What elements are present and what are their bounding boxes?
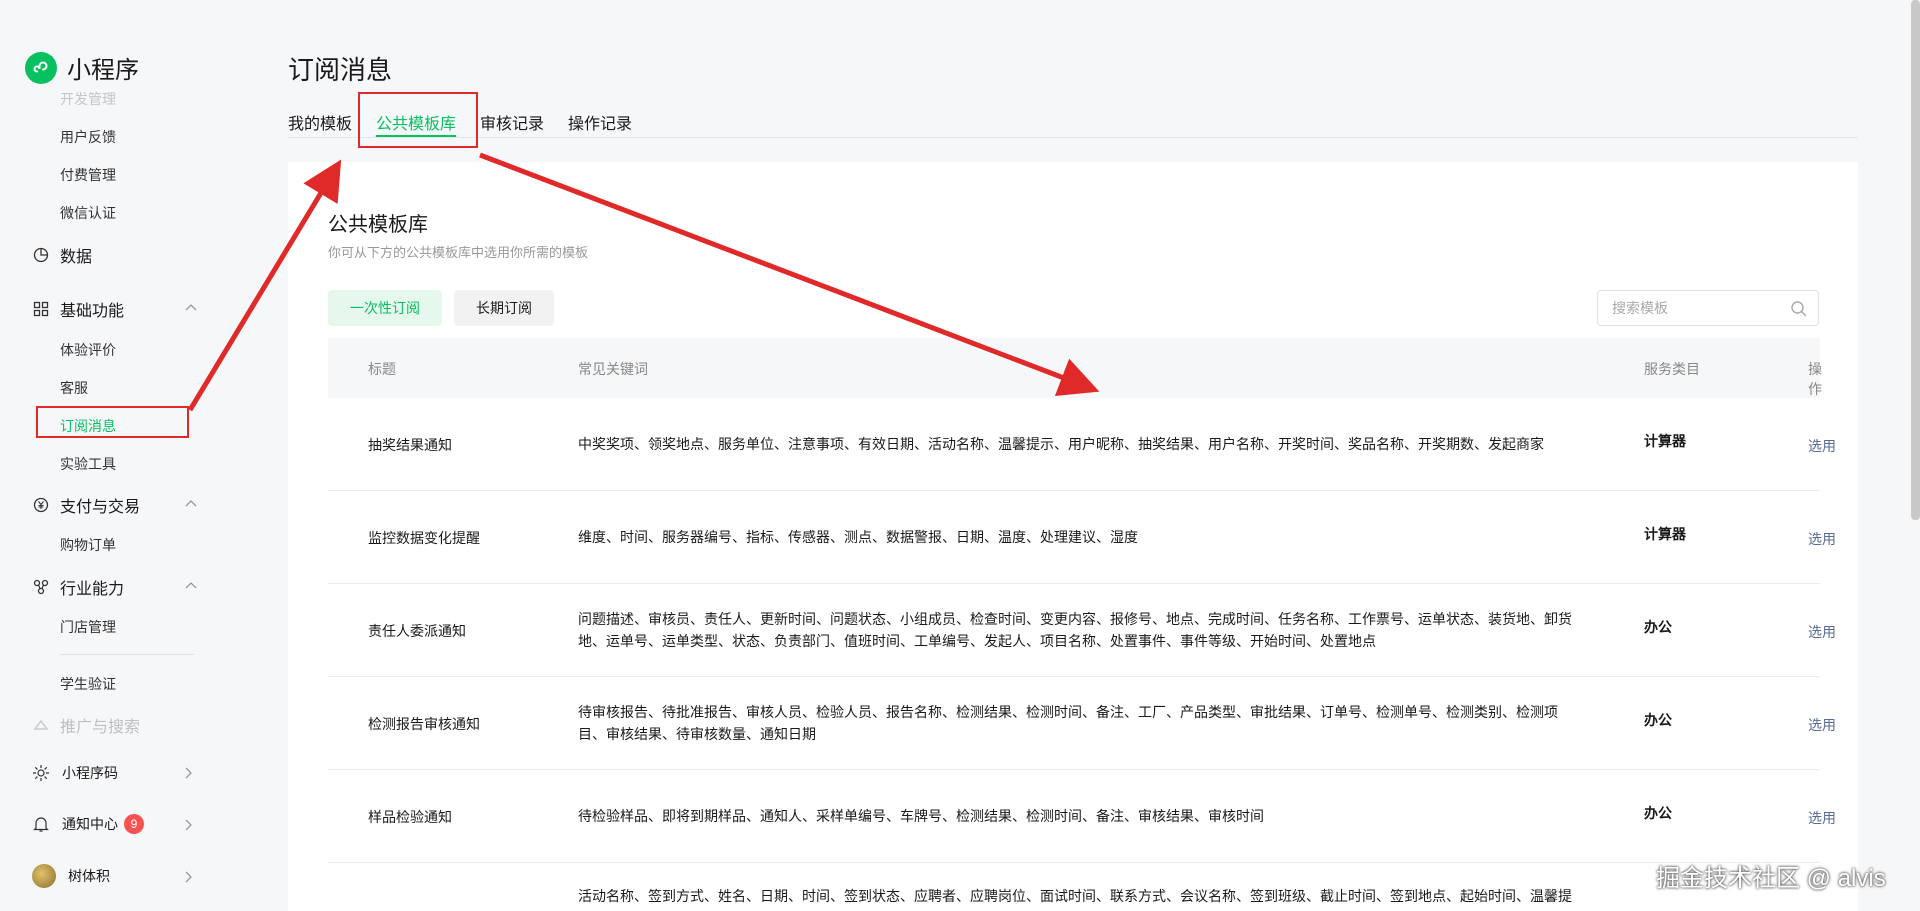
page-title: 订阅消息 — [288, 55, 393, 85]
pie-chart-icon — [32, 246, 50, 264]
library-card: 公共模板库 你可从下方的公共模板库中选用你所需的模板 一次性订阅 长期订阅 标题… — [288, 162, 1858, 911]
sidebar-item-feedback[interactable]: 用户反馈 — [60, 127, 116, 147]
annotation-box-sidebar — [36, 406, 189, 438]
user-name: 树体积 — [68, 868, 110, 884]
industry-nodes-icon — [32, 578, 50, 596]
row-keywords: 问题描述、审核员、责任人、更新时间、问题状态、小组成员、检查时间、变更内容、报修… — [578, 611, 1572, 649]
tab-operation-records[interactable]: 操作记录 — [568, 110, 632, 134]
row-keywords: 维度、时间、服务器编号、指标、传感器、测点、数据警报、日期、温度、处理建议、湿度 — [578, 529, 1138, 545]
miniprogram-logo-icon — [25, 51, 57, 84]
row-keywords: 待检验样品、即将到期样品、通知人、采样单编号、车牌号、检测结果、检测时间、备注、… — [578, 808, 1264, 824]
row-category: 计算器 — [1644, 433, 1686, 449]
chevron-right-icon[interactable] — [181, 766, 195, 780]
tab-bar: 我的模板 公共模板库 审核记录 操作记录 — [288, 108, 1858, 138]
sidebar-item-label: 数据 — [60, 249, 93, 266]
yen-circle-icon — [32, 496, 50, 514]
filter-one-time[interactable]: 一次性订阅 — [328, 290, 442, 326]
sidebar-group-pay[interactable]: 支付与交易 — [32, 493, 140, 517]
column-header-category: 服务类目 — [1644, 361, 1700, 377]
chevron-right-icon[interactable] — [181, 870, 195, 884]
sidebar-group-promo[interactable]: 推广与搜索 — [32, 713, 140, 737]
promo-icon — [32, 716, 50, 734]
select-template-link[interactable]: 选用 — [1808, 715, 1836, 735]
table-row: 活动名称、签到方式、姓名、日期、时间、签到状态、应聘者、应聘岗位、面试时间、联系… — [328, 863, 1820, 911]
sidebar-group-label: 支付与交易 — [60, 499, 141, 516]
section-subtitle: 你可从下方的公共模板库中选用你所需的模板 — [328, 245, 589, 260]
column-header-title: 标题 — [368, 361, 396, 377]
sidebar-item-shopping-orders[interactable]: 购物订单 — [60, 535, 116, 555]
sidebar-item-payment-manage[interactable]: 付费管理 — [60, 165, 116, 185]
tab-review-records[interactable]: 审核记录 — [480, 110, 544, 134]
row-keywords: 活动名称、签到方式、姓名、日期、时间、签到状态、应聘者、应聘岗位、面试时间、联系… — [578, 888, 1572, 904]
sidebar-item-dev-manage[interactable]: 开发管理 — [60, 89, 116, 109]
select-template-link[interactable]: 选用 — [1808, 808, 1836, 828]
row-keywords: 中奖奖项、领奖地点、服务单位、注意事项、有效日期、活动名称、温馨提示、用户昵称、… — [578, 436, 1544, 452]
search-input[interactable] — [1612, 291, 1792, 325]
app-name: 小程序 — [67, 57, 139, 84]
table-row: 监控数据变化提醒 维度、时间、服务器编号、指标、传感器、测点、数据警报、日期、温… — [328, 491, 1836, 584]
row-title: 监控数据变化提醒 — [368, 530, 480, 546]
sidebar-qrcode[interactable]: 小程序码 — [32, 763, 118, 783]
sidebar-notify-center[interactable]: 通知中心 9 — [32, 814, 144, 834]
chevron-up-icon[interactable] — [184, 497, 198, 511]
select-template-link[interactable]: 选用 — [1808, 529, 1836, 549]
table-header: 标题 常见关键词 服务类目 操作 — [328, 338, 1822, 398]
row-title: 抽奖结果通知 — [368, 437, 452, 453]
sun-qrcode-icon — [32, 764, 50, 782]
tab-my-templates[interactable]: 我的模板 — [288, 110, 352, 134]
row-keywords: 待审核报告、待批准报告、审核人员、检验人员、报告名称、检测结果、检测时间、备注、… — [578, 704, 1558, 742]
sidebar-group-label: 行业能力 — [60, 581, 125, 598]
table-row: 检测报告审核通知 待审核报告、待批准报告、审核人员、检验人员、报告名称、检测结果… — [328, 677, 1836, 770]
filter-long-term[interactable]: 长期订阅 — [454, 290, 554, 326]
row-title: 样品检验通知 — [368, 809, 452, 825]
column-header-keywords: 常见关键词 — [578, 361, 648, 377]
sidebar-item-student-verify[interactable]: 学生验证 — [60, 674, 116, 694]
row-category: 办公 — [1644, 619, 1672, 635]
watermark-text: 掘金技术社区 @ alvis — [1656, 865, 1886, 892]
bell-icon — [32, 815, 50, 833]
chevron-right-icon[interactable] — [181, 818, 195, 832]
search-icon[interactable] — [1790, 300, 1808, 318]
row-category: 计算器 — [1644, 526, 1686, 542]
page-scrollbar[interactable] — [1911, 0, 1920, 520]
sidebar-group-basic[interactable]: 基础功能 — [32, 297, 124, 321]
sidebar-notify-label: 通知中心 — [62, 816, 118, 832]
grid-icon — [32, 300, 50, 318]
chevron-up-icon[interactable] — [184, 301, 198, 315]
sidebar-item-customer-service[interactable]: 客服 — [60, 378, 88, 398]
sidebar-divider — [60, 654, 194, 655]
chevron-up-icon[interactable] — [184, 579, 198, 593]
table-row: 责任人委派通知 问题描述、审核员、责任人、更新时间、问题状态、小组成员、检查时间… — [328, 584, 1836, 677]
row-category: 办公 — [1644, 712, 1672, 728]
search-box[interactable] — [1597, 290, 1819, 326]
section-title: 公共模板库 — [328, 214, 428, 236]
sidebar-item-data[interactable]: 数据 — [32, 243, 92, 267]
table-row: 样品检验通知 待检验样品、即将到期样品、通知人、采样单编号、车牌号、检测结果、检… — [328, 770, 1836, 863]
sidebar-item-wechat-auth[interactable]: 微信认证 — [60, 203, 116, 223]
sidebar: 小程序 开发管理 用户反馈 付费管理 微信认证 数据 基础功能 体验评价 客服 … — [0, 0, 226, 911]
row-title: 检测报告审核通知 — [368, 716, 480, 732]
row-title: 责任人委派通知 — [368, 623, 466, 639]
sidebar-item-store-manage[interactable]: 门店管理 — [60, 617, 116, 637]
table-row: 抽奖结果通知 中奖奖项、领奖地点、服务单位、注意事项、有效日期、活动名称、温馨提… — [328, 398, 1836, 491]
notify-count-badge: 9 — [124, 814, 144, 834]
sidebar-group-label: 推广与搜索 — [60, 719, 141, 736]
sidebar-group-industry[interactable]: 行业能力 — [32, 575, 124, 599]
sidebar-qrcode-label: 小程序码 — [62, 765, 118, 781]
sidebar-user[interactable]: 树体积 — [32, 864, 110, 888]
sidebar-group-label: 基础功能 — [60, 303, 125, 320]
column-header-action: 操作 — [1808, 361, 1822, 397]
annotation-box-tab — [358, 92, 478, 148]
sidebar-item-lab-tools[interactable]: 实验工具 — [60, 454, 116, 474]
avatar — [32, 864, 56, 888]
app-logo[interactable]: 小程序 — [25, 50, 139, 85]
row-category: 办公 — [1644, 805, 1672, 821]
select-template-link[interactable]: 选用 — [1808, 436, 1836, 456]
select-template-link[interactable]: 选用 — [1808, 622, 1836, 642]
sidebar-item-experience-review[interactable]: 体验评价 — [60, 340, 116, 360]
